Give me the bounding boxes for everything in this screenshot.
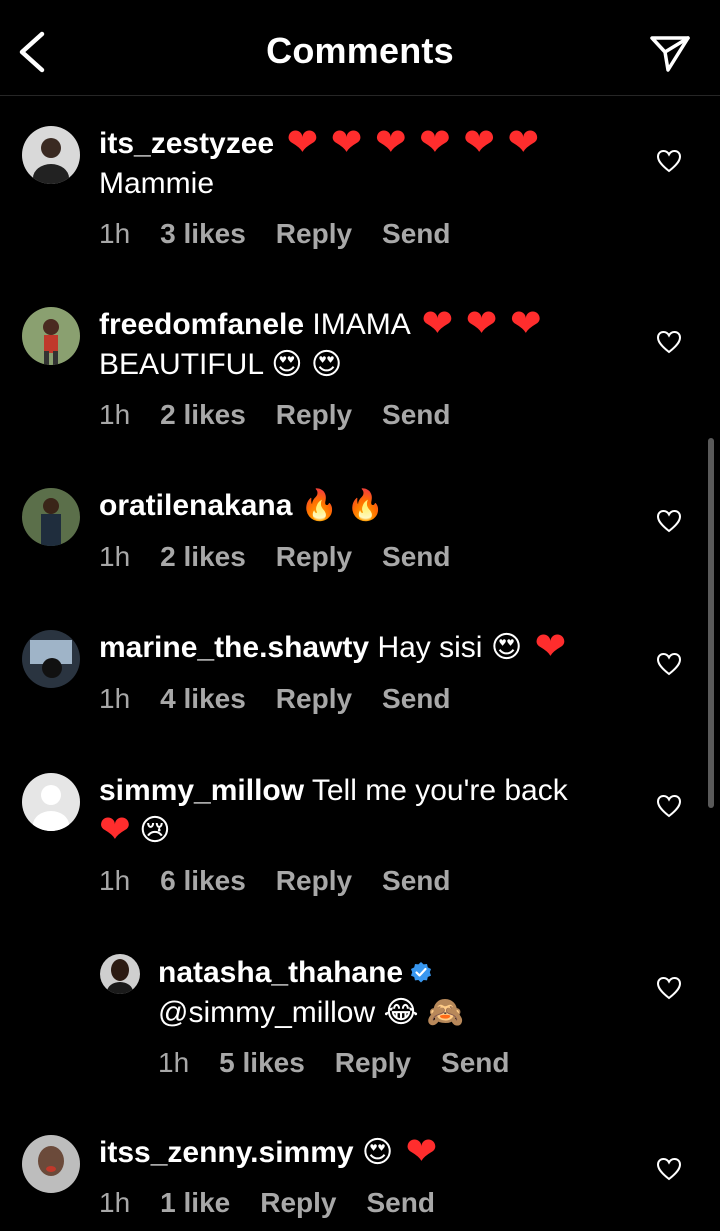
heart-icon[interactable]	[656, 1156, 682, 1182]
send-button[interactable]: Send	[382, 541, 450, 572]
scrollbar[interactable]	[708, 438, 714, 808]
joy-emoji: 😂	[383, 996, 419, 1029]
username[interactable]: natasha_thahane	[158, 956, 403, 989]
comment-text: marine_the.shawty Hay sisi 😍 ❤	[99, 628, 620, 668]
comment-text: simmy_millow Tell me you're back ❤ 😢	[99, 771, 620, 851]
send-button[interactable]: Send	[441, 1047, 509, 1078]
avatar[interactable]	[22, 630, 80, 688]
timestamp: 1h	[99, 865, 131, 896]
heart-emoji: ❤	[286, 122, 319, 164]
reply-button[interactable]: Reply	[276, 865, 352, 896]
heart-emoji: ❤	[330, 122, 363, 164]
username[interactable]: simmy_millow	[99, 774, 304, 807]
heart-icon[interactable]	[656, 975, 682, 1001]
comment-body: Hay sisi	[377, 631, 483, 664]
comment-text: its_zestyzee ❤ ❤ ❤ ❤ ❤ ❤ Mammie	[99, 124, 620, 204]
timestamp: 1h	[99, 541, 131, 572]
timestamp: 1h	[99, 218, 131, 249]
comment-body: IMAMA	[312, 308, 410, 341]
likes-count[interactable]: 2 likes	[160, 399, 246, 430]
heart-icon[interactable]	[656, 148, 682, 174]
fire-emoji: 🔥	[346, 489, 384, 522]
comment-body: Mammie	[99, 167, 215, 200]
heart-emoji: ❤	[421, 303, 454, 345]
avatar[interactable]	[22, 488, 80, 546]
avatar[interactable]	[22, 773, 80, 831]
timestamp: 1h	[99, 683, 131, 714]
heart-eyes-emoji: 😍	[361, 1136, 394, 1169]
heart-emoji: ❤	[465, 303, 498, 345]
username[interactable]: itss_zenny.simmy	[99, 1136, 354, 1169]
comment-meta: 1h 3 likes Reply Send	[99, 218, 481, 250]
username[interactable]: oratilenakana	[99, 489, 292, 522]
heart-eyes-emoji: 😍	[490, 631, 523, 664]
page-title: Comments	[266, 30, 454, 71]
verified-badge-icon	[411, 962, 432, 983]
comment-meta: 1h 5 likes Reply Send	[158, 1047, 540, 1079]
send-button[interactable]: Send	[382, 865, 450, 896]
likes-count[interactable]: 1 like	[160, 1187, 230, 1218]
reply-button[interactable]: Reply	[276, 683, 352, 714]
username[interactable]: its_zestyzee	[99, 127, 274, 160]
heart-emoji: ❤	[509, 303, 542, 345]
send-button[interactable]: Send	[382, 218, 450, 249]
timestamp: 1h	[99, 1187, 131, 1218]
reply-button[interactable]: Reply	[276, 399, 352, 430]
heart-eyes-emoji: 😍	[271, 348, 303, 381]
heart-emoji: ❤	[463, 122, 496, 164]
comment-body: BEAUTIFUL	[99, 348, 263, 381]
avatar[interactable]	[22, 307, 80, 365]
username[interactable]: freedomfanele	[99, 308, 304, 341]
likes-count[interactable]: 3 likes	[160, 218, 246, 249]
send-button[interactable]: Send	[382, 399, 450, 430]
heart-emoji: ❤	[507, 122, 540, 164]
reply-button[interactable]: Reply	[335, 1047, 411, 1078]
see-no-evil-emoji: 🙈	[426, 996, 465, 1029]
reply-button[interactable]: Reply	[276, 541, 352, 572]
heart-icon[interactable]	[656, 329, 682, 355]
likes-count[interactable]: 6 likes	[160, 865, 246, 896]
share-button[interactable]	[648, 32, 692, 76]
paper-plane-icon	[650, 36, 690, 72]
heart-emoji: ❤	[405, 1131, 438, 1173]
send-button[interactable]: Send	[366, 1187, 434, 1218]
likes-count[interactable]: 4 likes	[160, 683, 246, 714]
heart-emoji: ❤	[99, 809, 131, 851]
comment-meta: 1h 2 likes Reply Send	[99, 399, 481, 431]
heart-emoji: ❤	[534, 626, 567, 668]
comment-text: itss_zenny.simmy 😍 ❤	[99, 1133, 620, 1173]
heart-emoji: ❤	[374, 122, 407, 164]
send-button[interactable]: Send	[382, 683, 450, 714]
comment-meta: 1h 4 likes Reply Send	[99, 683, 481, 715]
avatar[interactable]	[22, 1135, 80, 1193]
crying-emoji: 😢	[139, 814, 171, 847]
comment-meta: 1h 2 likes Reply Send	[99, 541, 481, 573]
likes-count[interactable]: 2 likes	[160, 541, 246, 572]
comment-text: oratilenakana 🔥 🔥	[99, 486, 620, 526]
avatar[interactable]	[100, 954, 140, 994]
header: Comments	[0, 0, 720, 96]
comment-body: Tell me you're back	[311, 774, 568, 807]
reply-button[interactable]: Reply	[260, 1187, 336, 1218]
comment-meta: 1h 6 likes Reply Send	[99, 865, 481, 897]
fire-emoji: 🔥	[300, 489, 339, 522]
comment-text: freedomfanele IMAMA ❤ ❤ ❤ BEAUTIFUL 😍 😍	[99, 305, 620, 385]
heart-icon[interactable]	[656, 508, 682, 534]
username[interactable]: marine_the.shawty	[99, 631, 369, 664]
reply-button[interactable]: Reply	[276, 218, 352, 249]
heart-emoji: ❤	[419, 122, 451, 164]
likes-count[interactable]: 5 likes	[219, 1047, 305, 1078]
timestamp: 1h	[158, 1047, 190, 1078]
heart-icon[interactable]	[656, 651, 682, 677]
heart-icon[interactable]	[656, 793, 682, 819]
avatar[interactable]	[22, 126, 80, 184]
timestamp: 1h	[99, 399, 131, 430]
comment-body[interactable]: @simmy_millow	[158, 996, 375, 1029]
heart-eyes-emoji: 😍	[310, 348, 343, 381]
comment-meta: 1h 1 like Reply Send	[99, 1187, 465, 1219]
comment-text: natasha_thahane @simmy_millow 😂 🙈	[158, 953, 620, 1033]
